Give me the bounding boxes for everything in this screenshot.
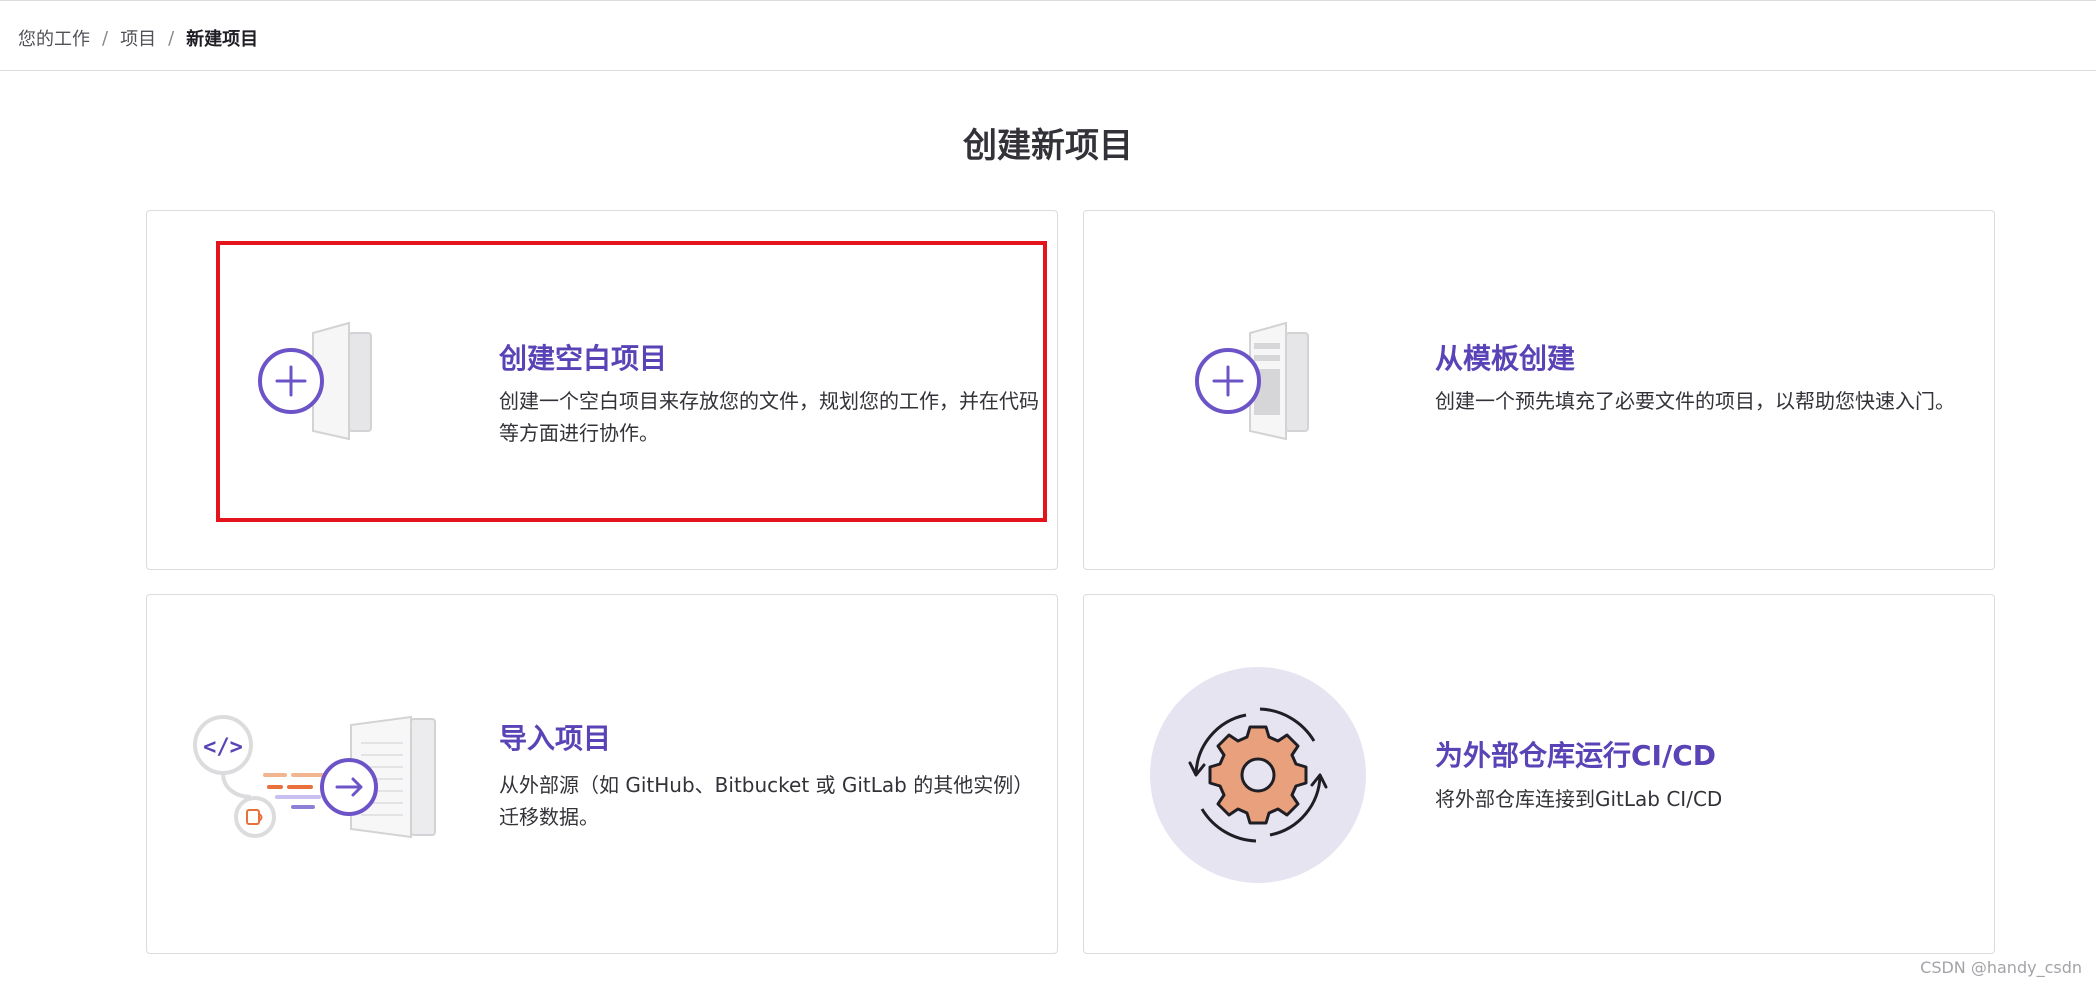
breadcrumb-current: 新建项目 <box>186 29 259 50</box>
card-title: 从模板创建 <box>1435 342 1576 375</box>
template-project-illustration <box>1195 321 1309 441</box>
card-from-template[interactable]: 从模板创建 创建一个预先填充了必要文件的项目，以帮助您快速入门。 <box>1083 210 1995 570</box>
card-description: 从外部源（如 GitHub、Bitbucket 或 GitLab 的其他实例）迁… <box>499 773 1034 829</box>
breadcrumb: 您的工作 / 项目 / 新建项目 <box>18 25 258 51</box>
breadcrumb-projects[interactable]: 项目 <box>120 25 156 51</box>
card-ci-cd-external-repo[interactable]: 为外部仓库运行CI/CD 将外部仓库连接到GitLab CI/CD <box>1083 594 1995 954</box>
ci-cd-gear-illustration <box>1150 667 1366 883</box>
card-title: 导入项目 <box>499 722 612 755</box>
top-bar: 您的工作 / 项目 / 新建项目 <box>0 0 2096 71</box>
card-description: 创建一个预先填充了必要文件的项目，以帮助您快速入门。 <box>1435 389 1955 413</box>
breadcrumb-separator: / <box>168 27 175 49</box>
watermark: CSDN @handy_csdn <box>1920 958 2082 977</box>
page-title: 创建新项目 <box>963 126 1133 166</box>
card-description: 将外部仓库连接到GitLab CI/CD <box>1435 787 1723 811</box>
breadcrumb-your-work[interactable]: 您的工作 <box>18 25 90 51</box>
breadcrumb-separator: / <box>102 27 109 49</box>
svg-text:</>: </> <box>203 735 243 760</box>
card-title: 为外部仓库运行CI/CD <box>1435 739 1716 772</box>
card-import-project[interactable]: </> 导入项目 从外部源（如 GitHub、Bitbucket 或 GitLa… <box>146 594 1058 954</box>
import-project-illustration: </> <box>193 715 436 839</box>
highlight-box <box>216 241 1047 522</box>
